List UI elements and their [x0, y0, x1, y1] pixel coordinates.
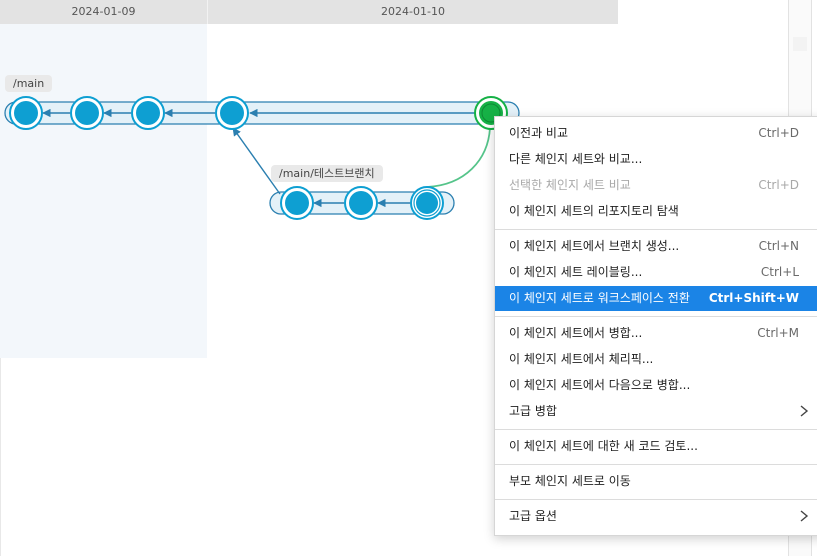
changeset-node[interactable] [344, 186, 378, 220]
chevron-right-icon [800, 510, 809, 522]
menu-item-merge-from[interactable]: 이 체인지 세트에서 병합... Ctrl+M [495, 321, 817, 346]
menu-item-advanced-merge[interactable]: 고급 병합 [495, 399, 817, 424]
menu-separator [495, 464, 817, 465]
changeset-node[interactable] [9, 96, 43, 130]
changeset-node[interactable] [215, 96, 249, 130]
menu-item-advanced-options[interactable]: 고급 옵션 [495, 504, 817, 529]
menu-item-merge-to[interactable]: 이 체인지 세트에서 다음으로 병합... [495, 373, 817, 398]
menu-item-compare-other[interactable]: 다른 체인지 세트와 비교... [495, 147, 817, 172]
merge-link [426, 127, 491, 188]
menu-item-switch-workspace[interactable]: 이 체인지 세트로 워크스페이스 전환 Ctrl+Shift+W [495, 286, 817, 311]
menu-separator [495, 429, 817, 430]
menu-item-compare-selected[interactable]: 선택한 체인지 세트 비교 Ctrl+D [495, 173, 817, 198]
branch-origin-link [232, 127, 281, 195]
changeset-node[interactable] [131, 96, 165, 130]
menu-item-create-branch[interactable]: 이 체인지 세트에서 브랜치 생성... Ctrl+N [495, 234, 817, 259]
menu-item-compare-previous[interactable]: 이전과 비교 Ctrl+D [495, 121, 817, 146]
menu-separator [495, 499, 817, 500]
changeset-node-head[interactable] [410, 186, 444, 220]
context-menu: 이전과 비교 Ctrl+D 다른 체인지 세트와 비교... 선택한 체인지 세… [494, 116, 817, 536]
menu-separator [495, 229, 817, 230]
menu-item-go-to-parent[interactable]: 부모 체인지 세트로 이동 [495, 469, 817, 494]
changeset-node[interactable] [280, 186, 314, 220]
menu-item-explore-repository[interactable]: 이 체인지 세트의 리포지토리 탐색 [495, 199, 817, 224]
menu-item-cherry-pick[interactable]: 이 체인지 세트에서 체리픽... [495, 347, 817, 372]
chevron-right-icon [800, 405, 809, 417]
menu-separator [495, 316, 817, 317]
menu-item-label-changeset[interactable]: 이 체인지 세트 레이블링... Ctrl+L [495, 260, 817, 285]
changeset-node[interactable] [70, 96, 104, 130]
menu-item-new-code-review[interactable]: 이 체인지 세트에 대한 새 코드 검토... [495, 434, 817, 459]
